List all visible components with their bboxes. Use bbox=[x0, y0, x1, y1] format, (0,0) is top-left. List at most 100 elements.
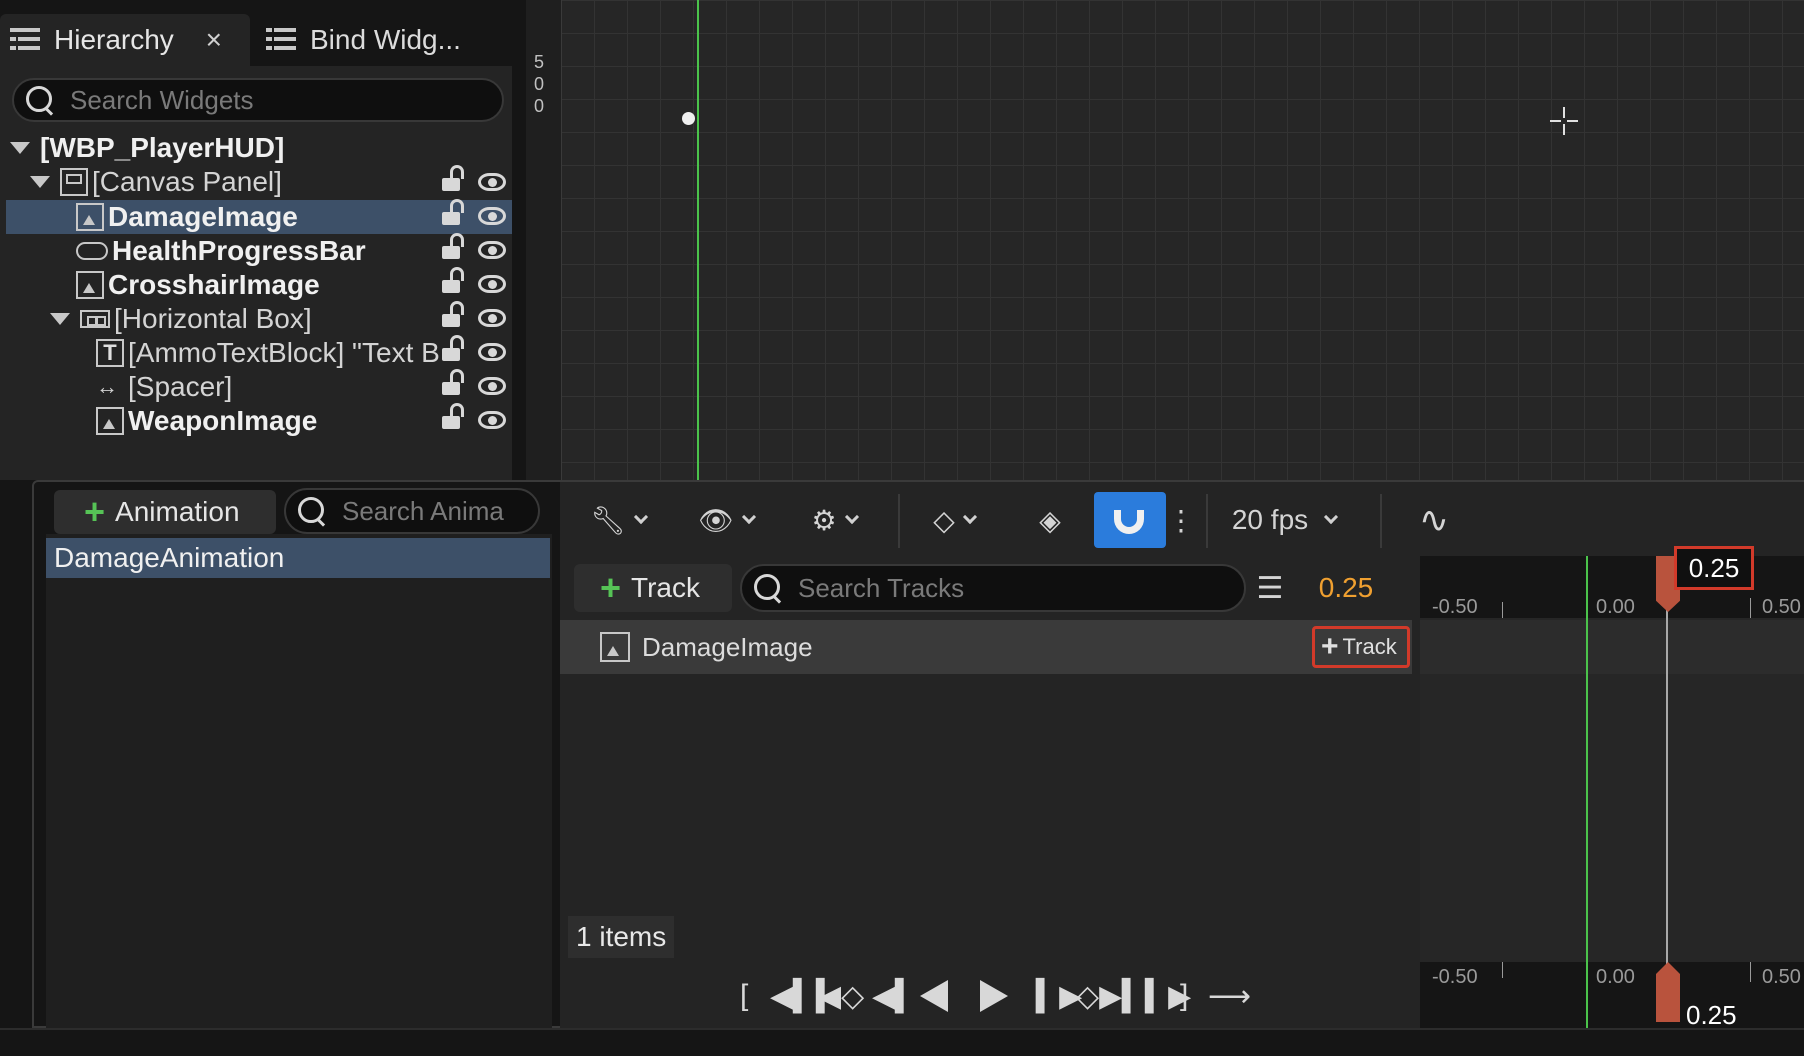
play-button[interactable] bbox=[980, 976, 1008, 1016]
bind-widgets-icon bbox=[266, 28, 296, 52]
timeline-track-lane bbox=[1420, 620, 1804, 674]
filter-button[interactable]: ☰ bbox=[1250, 564, 1290, 612]
snap-toggle-button[interactable] bbox=[1094, 492, 1166, 548]
animation-list-item[interactable]: DamageAnimation bbox=[46, 538, 550, 578]
close-icon[interactable]: × bbox=[206, 24, 222, 56]
toolbar-divider bbox=[1380, 494, 1382, 548]
next-key-button[interactable]: ◇▶ bbox=[1076, 976, 1122, 1016]
eye-icon[interactable] bbox=[478, 207, 506, 225]
track-search-input[interactable] bbox=[798, 572, 1244, 604]
snap-options-button[interactable]: ⋮ bbox=[1166, 492, 1196, 548]
tab-hierarchy-label: Hierarchy bbox=[54, 24, 174, 55]
tree-item-ammo-text-block[interactable]: T [AmmoTextBlock] "Text B bbox=[96, 336, 441, 370]
track-search-box bbox=[740, 564, 1246, 612]
play-reverse-button[interactable] bbox=[920, 976, 948, 1016]
lock-icon[interactable] bbox=[442, 165, 464, 191]
bracket-start-icon: [ bbox=[740, 979, 749, 1012]
ruler-label: -0.50 bbox=[1432, 596, 1478, 618]
add-track-button[interactable]: + Track bbox=[574, 564, 732, 612]
image-icon bbox=[600, 632, 630, 662]
ruler-label: -0.50 bbox=[1432, 966, 1478, 988]
ruler-tick bbox=[1502, 602, 1503, 618]
eye-icon[interactable] bbox=[478, 309, 506, 327]
toolbar-divider bbox=[898, 494, 900, 548]
view-options-menu[interactable]: 👁︎ bbox=[686, 492, 766, 548]
ruler-label: 0.00 bbox=[1596, 966, 1635, 988]
wrench-menu[interactable]: 🔧︎ bbox=[580, 492, 656, 548]
magnet-icon bbox=[1114, 502, 1144, 534]
tree-item-damage-image[interactable]: DamageImage bbox=[6, 200, 512, 234]
lock-icon[interactable] bbox=[442, 233, 464, 259]
more-vertical-icon: ⋮ bbox=[1167, 504, 1195, 536]
animation-search-box bbox=[284, 488, 540, 534]
eye-icon: 👁︎ bbox=[698, 504, 734, 536]
text-block-icon: T bbox=[96, 339, 124, 367]
playback-options-menu[interactable]: ⚙ bbox=[796, 492, 872, 548]
jump-to-start-button[interactable]: [ bbox=[740, 976, 748, 1016]
previous-key-button[interactable]: ◀◇ bbox=[818, 976, 864, 1016]
lock-icon[interactable] bbox=[442, 267, 464, 293]
collapse-arrow-icon[interactable] bbox=[10, 142, 30, 154]
spacer-icon: ↔ bbox=[96, 374, 118, 399]
fps-selector[interactable]: 20 fps bbox=[1216, 492, 1352, 548]
chevron-down-icon bbox=[844, 509, 859, 525]
items-count: 1 items bbox=[568, 916, 675, 958]
lock-icon[interactable] bbox=[442, 403, 464, 429]
playhead-time-label-bottom: 0.25 bbox=[1686, 1000, 1737, 1030]
hierarchy-tab-bar: Hierarchy × Bind Widg... bbox=[0, 0, 512, 66]
widget-search-input[interactable] bbox=[70, 84, 502, 116]
auto-key-button[interactable]: ◈ bbox=[1024, 492, 1076, 548]
curve-editor-button[interactable]: ∿ bbox=[1406, 492, 1462, 548]
row-add-track-button[interactable]: + Track bbox=[1312, 626, 1410, 668]
eye-icon[interactable] bbox=[478, 241, 506, 259]
progress-bar-icon bbox=[76, 242, 108, 260]
add-animation-label: Animation bbox=[115, 496, 240, 527]
play-icon bbox=[980, 980, 1008, 1012]
playhead-line bbox=[1666, 606, 1668, 966]
jump-to-end-button[interactable]: ] bbox=[1180, 976, 1188, 1016]
lock-icon[interactable] bbox=[442, 369, 464, 395]
tree-item-canvas-panel[interactable]: [Canvas Panel] bbox=[30, 165, 512, 199]
vertical-ruler: 5 0 0 bbox=[526, 0, 562, 480]
filter-icon: ☰ bbox=[1256, 571, 1284, 605]
lock-icon[interactable] bbox=[442, 301, 464, 327]
eye-icon[interactable] bbox=[478, 411, 506, 429]
chevron-down-icon bbox=[1324, 509, 1339, 525]
step-back-button[interactable]: ◀▍ bbox=[872, 976, 918, 1016]
keyframe-menu[interactable]: ◇ bbox=[916, 492, 992, 548]
playback-start-marker[interactable] bbox=[1586, 556, 1588, 1028]
search-icon bbox=[752, 572, 784, 604]
track-row-damage-image[interactable]: DamageImage bbox=[560, 620, 1412, 674]
curve-editor-icon: ∿ bbox=[1418, 499, 1450, 540]
playhead-handle-bottom[interactable] bbox=[1656, 962, 1680, 1022]
collapse-arrow-icon[interactable] bbox=[30, 176, 50, 188]
tab-bind-widgets[interactable]: Bind Widg... bbox=[256, 14, 506, 66]
eye-icon[interactable] bbox=[478, 275, 506, 293]
ruler-label: 0.50 bbox=[1762, 596, 1801, 618]
ruler-digit: 0 bbox=[534, 96, 545, 116]
search-icon bbox=[24, 84, 56, 116]
eye-icon[interactable] bbox=[478, 343, 506, 361]
diamond-icon: ◇ bbox=[933, 504, 955, 536]
lock-icon[interactable] bbox=[442, 199, 464, 225]
tree-item-label: HealthProgressBar bbox=[112, 235, 366, 266]
add-animation-button[interactable]: + Animation bbox=[54, 490, 276, 534]
current-time-field[interactable]: 0.25 bbox=[1306, 564, 1386, 612]
lock-icon[interactable] bbox=[442, 335, 464, 361]
ruler-tick bbox=[1750, 962, 1751, 982]
tree-root-row[interactable]: [WBP_PlayerHUD] bbox=[10, 131, 510, 165]
animation-search-input[interactable] bbox=[342, 495, 538, 527]
tree-item-label: DamageImage bbox=[108, 201, 298, 232]
tree-item-label: CrosshairImage bbox=[108, 269, 320, 300]
eye-icon[interactable] bbox=[478, 377, 506, 395]
next-key-icon: ◇▶ bbox=[1076, 979, 1123, 1013]
ruler-digit: 5 bbox=[534, 52, 545, 72]
tab-hierarchy[interactable]: Hierarchy × bbox=[0, 14, 250, 66]
crosshair-icon bbox=[1550, 107, 1578, 135]
collapse-arrow-icon[interactable] bbox=[50, 313, 70, 325]
anchor-handle[interactable] bbox=[682, 112, 695, 125]
eye-icon[interactable] bbox=[478, 173, 506, 191]
loop-mode-button[interactable]: ⟶ bbox=[1208, 976, 1251, 1016]
designer-canvas[interactable] bbox=[526, 0, 1804, 480]
tree-item-label: WeaponImage bbox=[128, 405, 318, 436]
